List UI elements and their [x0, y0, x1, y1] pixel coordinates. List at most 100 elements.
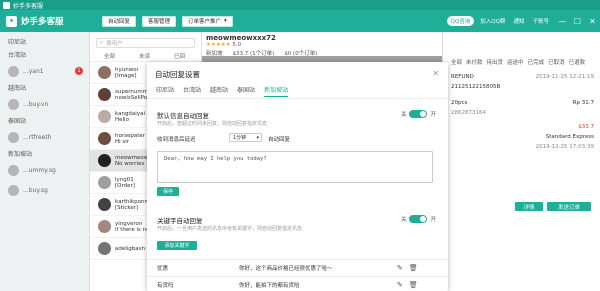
order-status-row: REFUND 2019-11-25 12:21:19: [443, 74, 600, 80]
toggle-off-label: 关: [400, 217, 407, 223]
shop-item[interactable]: ...buy.sg: [0, 180, 89, 200]
delay-prefix-label: 收到消息后延迟: [157, 137, 196, 143]
maximize-icon[interactable]: ☐: [570, 10, 585, 32]
dialog-title: 自动回复设置: [155, 70, 200, 79]
tab-indonesia[interactable]: 印尼站: [156, 85, 174, 97]
close-icon[interactable]: ✕: [585, 10, 600, 32]
avatar: [98, 242, 111, 255]
item-price: Rp 31.7: [572, 100, 594, 106]
chat-filter-tabs: 全部 未读 已回: [90, 52, 201, 62]
join-qq-link[interactable]: 加入QQ群: [480, 17, 505, 25]
table-row: 有货吗 你好，能拍下的都有货哈 ✎ 🗑: [147, 276, 448, 291]
order-promo-label: 订单客户推广: [188, 19, 222, 25]
default-reply-desc: 开启后，若超过时间未回复，则自动回复指定讯息: [157, 121, 268, 127]
topbar-right: QQ咨询 加入QQ群 通知 子账号 — ☐ ✕: [446, 10, 600, 32]
avatar: [8, 131, 19, 143]
avatar: [98, 198, 111, 211]
tab-thailand[interactable]: 泰国站: [237, 85, 255, 97]
filter-replied[interactable]: 已回: [174, 52, 185, 61]
delay-select[interactable]: 1分钟 ▾: [229, 133, 262, 142]
default-reply-toggle[interactable]: [409, 110, 428, 118]
keyword-reply-desc: 开启后，一旦用户发送的讯息中含有关键字，则自动回复指定讯息: [157, 226, 303, 232]
close-icon[interactable]: ✕: [432, 69, 439, 78]
avatar: [98, 66, 111, 79]
chat-preview: Hello: [115, 116, 129, 123]
shop-name: ...buy.sg: [23, 186, 48, 194]
chat-preview: [Sticker]: [115, 204, 139, 211]
default-reply-textarea[interactable]: Dear, how may I help you today?: [157, 151, 433, 183]
brand: ✦ 妙手多客服: [0, 10, 88, 32]
tab-all[interactable]: 全部: [451, 58, 462, 66]
chat-name: meowmeow: [115, 154, 149, 161]
staff-manage-button[interactable]: 客服管理: [142, 15, 177, 27]
tab-refunded[interactable]: 已退款: [569, 58, 586, 66]
chat-preview: [Image]: [115, 72, 137, 79]
tab-shipping[interactable]: 运送中: [507, 58, 524, 66]
tab-completed[interactable]: 已完成: [528, 58, 545, 66]
tab-vietnam[interactable]: 越南站: [210, 85, 228, 97]
section-indonesia[interactable]: 印尼站: [0, 35, 89, 48]
item-id: 2862873164: [451, 110, 486, 116]
item-label: 20pcs: [451, 100, 468, 106]
tab-to-ship[interactable]: 待出货: [487, 58, 504, 66]
keyword-reply-title: 关键字自动回复: [157, 217, 203, 225]
trash-icon[interactable]: 🗑: [409, 281, 418, 289]
detail-button[interactable]: 详情: [515, 202, 543, 211]
search-input[interactable]: ⌕ 搜用户: [96, 38, 195, 48]
shop-item[interactable]: ...rtfreeth: [0, 127, 89, 147]
chat-preview: No worries: [115, 160, 145, 167]
section-singapore[interactable]: 新加坡站: [0, 147, 89, 160]
shipping-row: Standard Express: [443, 134, 600, 140]
chat-name: lyng01: [115, 176, 134, 183]
save-button[interactable]: 保存: [157, 187, 179, 196]
toggle-off-label: 关: [400, 112, 407, 118]
shop-name: ...rtfreeth: [23, 133, 52, 141]
section-thailand[interactable]: 泰国站: [0, 114, 89, 127]
toggle-on-label: 开: [430, 217, 436, 223]
chevron-down-icon: ▾: [256, 134, 259, 141]
avatar: [98, 154, 111, 167]
order-panel: 全部 未付款 待出货 运送中 已完成 已取消 已退款 REFUND 2019-1…: [442, 32, 600, 291]
tab-unpaid[interactable]: 未付款: [466, 58, 483, 66]
keyword-reply-toggle-group: 关 开: [401, 215, 436, 223]
notify-link[interactable]: 通知: [513, 17, 524, 25]
avatar: [8, 65, 19, 77]
order-total-row: $33.7: [443, 124, 600, 130]
search-placeholder: 搜用户: [106, 41, 123, 47]
window-title: 妙手多客服: [13, 2, 44, 10]
customer-username: meowmeowxxx72: [206, 34, 276, 42]
filter-all[interactable]: 全部: [104, 52, 115, 61]
keyword-reply-toggle[interactable]: [409, 215, 428, 223]
auto-reply-button[interactable]: 自动回复: [102, 15, 137, 27]
minimize-icon[interactable]: —: [555, 10, 570, 32]
chat-name: kangdaiyai: [115, 110, 145, 117]
chat-preview: Hi sir: [115, 138, 130, 145]
brand-name: 妙手多客服: [21, 17, 64, 27]
reply-cell: 你好，能拍下的都有货哈: [239, 283, 300, 289]
shop-item[interactable]: ...buy.vn: [0, 94, 89, 114]
edit-icon[interactable]: ✎: [397, 281, 403, 289]
tab-singapore[interactable]: 新加坡站: [264, 85, 289, 97]
tab-taiwan[interactable]: 台湾站: [183, 85, 201, 97]
send-order-button[interactable]: 发送订单: [547, 202, 591, 211]
shipping-method: Standard Express: [545, 134, 594, 140]
avatar: [98, 110, 111, 123]
trash-icon[interactable]: 🗑: [409, 264, 418, 272]
qq-consult-button[interactable]: QQ咨询: [446, 16, 475, 26]
order-promo-button[interactable]: 订单客户推广 ▾: [182, 15, 233, 27]
add-keyword-button[interactable]: 添加关键字: [157, 241, 197, 250]
section-taiwan[interactable]: 台湾站: [0, 48, 89, 61]
edit-icon[interactable]: ✎: [397, 264, 403, 272]
chat-name: karthikponm: [115, 198, 150, 205]
keyword-cell: 有货吗: [157, 283, 174, 289]
tab-cancelled[interactable]: 已取消: [548, 58, 565, 66]
avatar: [8, 164, 19, 176]
shop-item[interactable]: ...ummy.sg: [0, 160, 89, 180]
filter-unread[interactable]: 未读: [139, 52, 150, 61]
item-id-row: 2862873164: [443, 110, 600, 116]
delay-value: 1分钟: [233, 135, 247, 141]
rating: ★★★★★ 5.0: [206, 42, 242, 48]
account-link[interactable]: 子账号: [532, 17, 549, 25]
section-vietnam[interactable]: 越南站: [0, 81, 89, 94]
shop-item[interactable]: ...yan1 1: [0, 61, 89, 81]
